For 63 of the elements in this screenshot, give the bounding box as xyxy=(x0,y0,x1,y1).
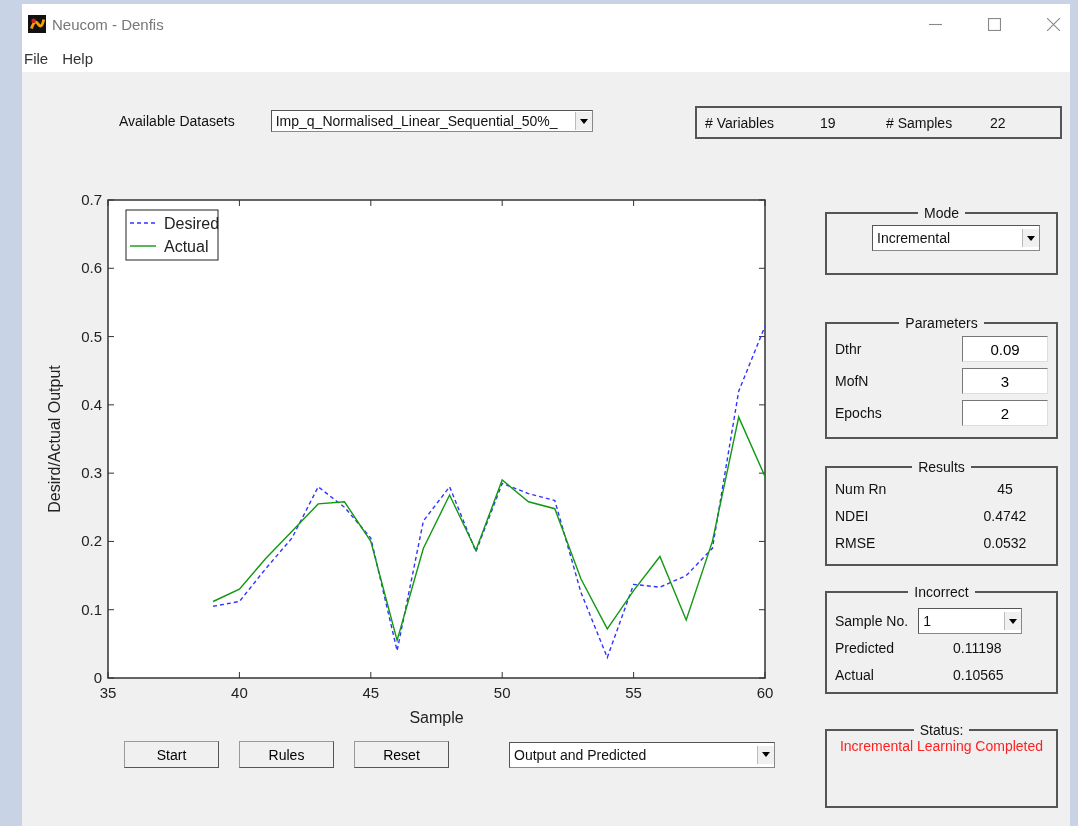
action-button[interactable]: Reset xyxy=(354,741,449,768)
parameter-label: Dthr xyxy=(835,341,862,357)
menu-item[interactable]: Help xyxy=(62,49,94,67)
menu-item[interactable]: File xyxy=(24,49,49,67)
parameter-field[interactable]: 2 xyxy=(962,400,1048,426)
incorrect-label: Actual xyxy=(835,666,875,683)
caret-icon xyxy=(762,752,770,757)
caret-icon xyxy=(1009,618,1018,624)
parameter-field[interactable]: 0.09 xyxy=(962,336,1048,362)
x-axis-title: Sample xyxy=(409,709,464,726)
result-label: Num Rn xyxy=(835,480,888,497)
y-axis-title: Desird/Actual Output xyxy=(46,365,63,513)
app-icon xyxy=(28,15,46,33)
x-tick-label: 45 xyxy=(362,684,380,701)
y-tick-label: 0.3 xyxy=(81,464,102,482)
y-tick-label: 0.2 xyxy=(81,532,102,550)
panel-title: Results xyxy=(917,459,966,475)
caret-icon xyxy=(1027,235,1035,241)
x-tick-label: 50 xyxy=(493,684,511,701)
mode-dropdown[interactable]: Incremental xyxy=(872,225,1040,251)
action-button[interactable]: Rules xyxy=(239,741,334,768)
maximize-icon[interactable] xyxy=(988,17,1001,31)
parameter-label: Epochs xyxy=(835,405,882,421)
parameter-label: MofN xyxy=(835,373,869,389)
info-label: # Samples xyxy=(886,114,954,131)
window-title: Neucom - Denfis xyxy=(52,15,164,33)
result-value: 0.4742 xyxy=(982,507,1028,524)
x-tick-label: 35 xyxy=(99,684,117,701)
y-tick-label: 0.6 xyxy=(81,259,102,277)
y-tick-label: 0 xyxy=(93,669,102,686)
y-tick-label: 0.7 xyxy=(81,191,102,208)
x-tick-label: 60 xyxy=(756,684,774,701)
info-value: 19 xyxy=(820,114,837,131)
incorrect-value: 0.10565 xyxy=(953,666,1004,683)
result-label: RMSE xyxy=(835,534,877,551)
datasets-label: Available Datasets xyxy=(119,113,235,129)
result-value: 45 xyxy=(996,480,1014,497)
legend-label: Actual xyxy=(164,238,209,255)
y-tick-label: 0.4 xyxy=(81,395,102,413)
y-tick-label: 0.5 xyxy=(81,327,102,345)
info-label: # Variables xyxy=(705,114,775,131)
status-message: Incremental Learning Completed xyxy=(838,738,1045,754)
result-label: NDEI xyxy=(835,507,870,524)
legend-label: Desired xyxy=(164,215,220,232)
datasets-dropdown[interactable]: Imp_q_Normalised_Linear_Sequential_50%_ xyxy=(270,110,593,132)
incorrect-label: Predicted xyxy=(835,639,896,656)
info-value: 22 xyxy=(990,114,1007,131)
panel-title: Parameters xyxy=(904,315,979,331)
panel-title: Incorrect xyxy=(913,584,970,600)
close-icon[interactable] xyxy=(1047,17,1060,31)
parameter-field[interactable]: 3 xyxy=(962,368,1048,394)
sample-dropdown[interactable]: 1 xyxy=(918,608,1023,634)
plot-dropdown[interactable]: Output and Predicted xyxy=(509,741,775,768)
caret-icon xyxy=(579,118,588,124)
x-tick-label: 55 xyxy=(625,684,642,701)
y-tick-label: 0.1 xyxy=(81,600,102,618)
result-value: 0.0532 xyxy=(982,534,1028,551)
panel-title: Mode xyxy=(923,205,960,221)
incorrect-value: 0.11198 xyxy=(953,639,1002,656)
x-tick-label: 40 xyxy=(231,684,248,701)
sample-label: Sample No. xyxy=(835,613,909,629)
action-button[interactable]: Start xyxy=(124,741,219,768)
panel-title: Status: xyxy=(918,722,965,738)
